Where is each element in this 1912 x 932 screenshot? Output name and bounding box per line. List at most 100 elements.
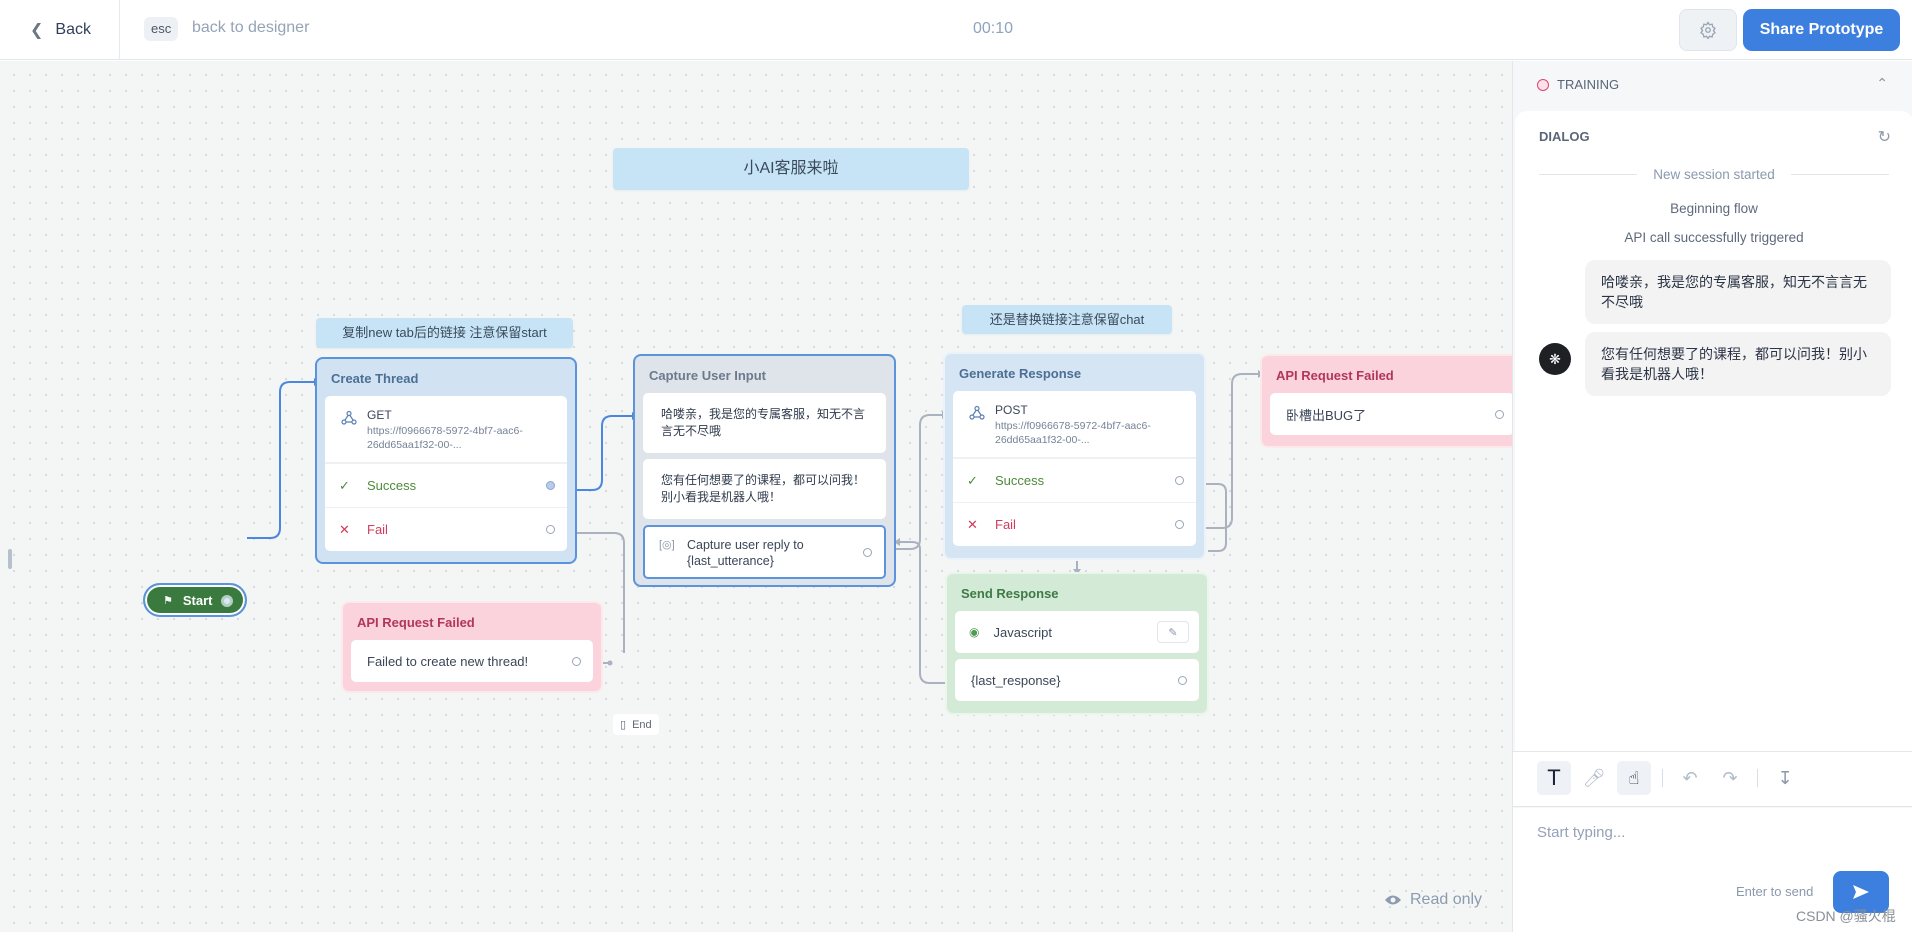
send-response-node[interactable]: Send Response ◉ Javascript ✎ {last_respo… xyxy=(945,572,1209,715)
http-method: POST xyxy=(995,403,1028,417)
capture-icon: [◎] xyxy=(659,539,675,551)
bot-avatar: ❋ xyxy=(1539,343,1571,375)
input-toolbar: T 🎤︎ ☝ ↶ ↷ ↧ xyxy=(1513,751,1912,807)
node-title: Generate Response xyxy=(959,366,1082,381)
capture-port[interactable] xyxy=(863,547,872,557)
microphone-icon[interactable]: 🎤︎ xyxy=(1577,761,1611,795)
capture-user-input-node[interactable]: Capture User Input 哈喽亲，我是您的专属客服，知无不言言无不尽… xyxy=(633,354,896,587)
bot-message: 哈喽亲，我是您的专属客服，知无不言言无不尽哦 xyxy=(1585,260,1891,324)
read-only-indicator: Read only xyxy=(1384,891,1482,909)
toolbar-divider xyxy=(1662,769,1663,787)
tap-button-icon[interactable]: ☝ xyxy=(1617,761,1651,795)
end-node[interactable]: ▯ End xyxy=(613,714,659,735)
message-card[interactable]: Failed to create new thread! xyxy=(351,640,593,682)
generate-response-node[interactable]: Generate Response POST https://f0966678-… xyxy=(943,352,1206,560)
node-title: Capture User Input xyxy=(649,368,767,383)
success-label: Success xyxy=(995,473,1045,488)
api-request-failed-node-2[interactable]: API Request Failed 卧槽出BUG了 xyxy=(1260,354,1512,448)
download-chat-icon[interactable]: ↧ xyxy=(1768,761,1802,795)
success-path: ✓ Success xyxy=(953,458,1196,502)
message-card[interactable]: 您有任何想要了的课程，都可以问我！别小看我是机器人哦！ xyxy=(643,459,886,519)
title-note[interactable]: 小AI客服来啦 xyxy=(613,148,969,190)
send-icon xyxy=(1853,885,1869,899)
javascript-card[interactable]: ◉ Javascript ✎ xyxy=(955,611,1199,653)
http-method: GET xyxy=(367,408,392,422)
success-port[interactable] xyxy=(1175,476,1184,485)
edit-script-icon[interactable]: ✎ xyxy=(1157,621,1189,643)
x-icon: ✕ xyxy=(339,521,350,537)
system-message: Beginning flow xyxy=(1670,201,1758,216)
wire-dot xyxy=(607,660,613,666)
end-label: End xyxy=(632,718,652,731)
api-call-card[interactable]: GET https://f0966678-5972-4bf7-aac6-26dd… xyxy=(325,396,567,551)
success-path: ✓ Success xyxy=(325,463,567,507)
flag-icon: ⚑ xyxy=(163,594,173,607)
top-bar: ❮ Back esc back to designer 00:10 Share … xyxy=(0,0,1912,60)
code-icon: ◉ xyxy=(969,625,980,639)
failure-message: Failed to create new thread! xyxy=(367,653,529,669)
api-url: https://f0966678-5972-4bf7-aac6-26dd65aa… xyxy=(995,420,1151,446)
api-url: https://f0966678-5972-4bf7-aac6-26dd65aa… xyxy=(367,425,523,451)
dialog-area: DIALOG ↻ New session started Beginning f… xyxy=(1515,111,1912,751)
undo-icon[interactable]: ↶ xyxy=(1673,761,1707,795)
create-thread-node[interactable]: Create Thread GET https://f0966678-5972-… xyxy=(315,357,577,564)
x-icon: ✕ xyxy=(967,516,978,532)
back-label: Back xyxy=(55,21,91,38)
wire-start-to-create-thread xyxy=(247,381,314,539)
fail-port[interactable] xyxy=(1175,520,1184,529)
session-timer: 00:10 xyxy=(973,20,1014,37)
node-title: Send Response xyxy=(961,586,1059,601)
redo-icon[interactable]: ↷ xyxy=(1713,761,1747,795)
back-to-designer-hint[interactable]: back to designer xyxy=(192,19,309,37)
node-title: API Request Failed xyxy=(357,615,475,630)
response-variable: {last_response} xyxy=(971,672,1061,688)
enter-to-send-hint: Enter to send xyxy=(1736,884,1814,899)
restart-icon[interactable]: ↻ xyxy=(1878,127,1891,147)
fail-label: Fail xyxy=(367,522,388,537)
message-input[interactable] xyxy=(1537,824,1887,841)
start-node[interactable]: ⚑ Start xyxy=(143,583,247,617)
message-port[interactable] xyxy=(572,656,581,666)
canvas-resize-handle[interactable] xyxy=(8,549,12,569)
text-mode-icon[interactable]: T xyxy=(1537,761,1571,795)
api-request-failed-node[interactable]: API Request Failed Failed to create new … xyxy=(341,601,603,693)
session-label: New session started xyxy=(1653,167,1775,182)
session-divider: New session started xyxy=(1539,167,1889,182)
training-section-header[interactable]: TRAINING xyxy=(1537,77,1619,92)
success-port[interactable] xyxy=(546,481,555,490)
success-label: Success xyxy=(367,478,417,493)
dialog-title: DIALOG xyxy=(1539,129,1590,144)
back-button[interactable]: ❮ Back xyxy=(0,0,120,60)
eye-icon xyxy=(1385,895,1401,905)
chevron-up-icon[interactable]: ⌃ xyxy=(1876,75,1888,92)
message-card[interactable]: 卧槽出BUG了 xyxy=(1270,393,1512,435)
create-thread-note[interactable]: 复制new tab后的链接 注意保留start xyxy=(316,318,573,348)
flow-canvas[interactable]: 小AI客服来啦 复制new tab后的链接 注意保留start 还是替换链接注意… xyxy=(0,61,1512,932)
share-prototype-button[interactable]: Share Prototype xyxy=(1743,9,1900,51)
api-icon xyxy=(341,410,357,425)
node-title: API Request Failed xyxy=(1276,368,1394,383)
start-output-port[interactable] xyxy=(221,595,233,607)
generate-response-note[interactable]: 还是替换链接注意保留chat xyxy=(962,305,1172,334)
check-icon: ✓ xyxy=(339,477,350,493)
fail-path: ✕ Fail xyxy=(325,507,567,551)
fail-label: Fail xyxy=(995,517,1016,532)
settings-button[interactable] xyxy=(1679,9,1737,51)
response-card[interactable]: {last_response} xyxy=(955,659,1199,701)
message-card[interactable]: 哈喽亲，我是您的专属客服，知无不言言无不尽哦 xyxy=(643,393,886,453)
capture-text: Capture user reply to {last_utterance} xyxy=(687,538,804,568)
read-only-label: Read only xyxy=(1410,891,1483,908)
fail-port[interactable] xyxy=(546,525,555,534)
javascript-label: Javascript xyxy=(993,624,1053,640)
check-icon: ✓ xyxy=(967,472,978,488)
node-title: Create Thread xyxy=(331,371,419,386)
training-status-icon xyxy=(1537,78,1549,91)
fail-path: ✕ Fail xyxy=(953,502,1196,546)
watermark: CSDN @骚火棍 xyxy=(1796,908,1896,924)
response-port[interactable] xyxy=(1178,675,1187,685)
api-call-card[interactable]: POST https://f0966678-5972-4bf7-aac6-26d… xyxy=(953,391,1196,546)
capture-reply-card[interactable]: [◎] Capture user reply to {last_utteranc… xyxy=(643,525,886,579)
message-port[interactable] xyxy=(1495,409,1504,419)
api-icon xyxy=(969,405,985,420)
esc-key-badge: esc xyxy=(144,17,179,41)
